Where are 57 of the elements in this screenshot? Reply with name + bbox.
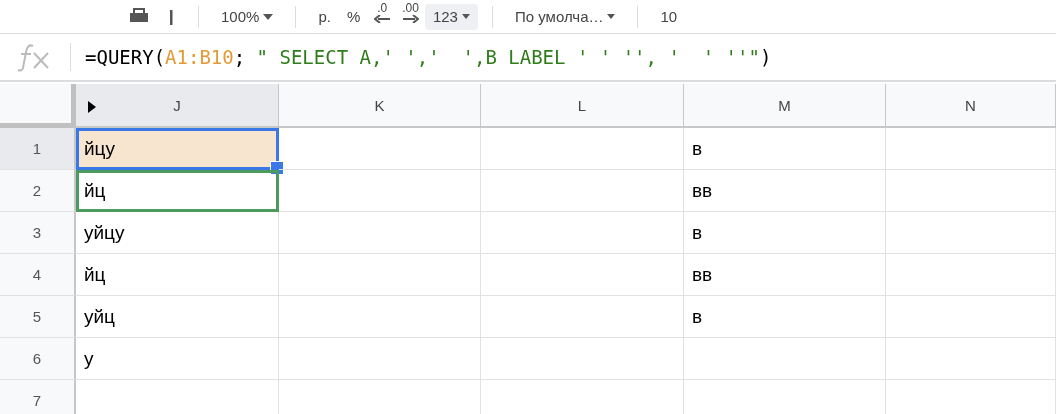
row-header[interactable]: 4 bbox=[0, 254, 76, 296]
column-header[interactable]: L bbox=[481, 84, 684, 128]
empty-cell[interactable] bbox=[481, 254, 684, 296]
format-dropdown[interactable]: 123 bbox=[424, 3, 478, 30]
row-header[interactable]: 5 bbox=[0, 296, 76, 338]
cell-text: йцу bbox=[84, 138, 115, 160]
row-header[interactable]: 3 bbox=[0, 212, 76, 254]
row-header[interactable]: 2 bbox=[0, 170, 76, 212]
empty-cell[interactable] bbox=[886, 254, 1056, 296]
empty-cell[interactable] bbox=[279, 254, 481, 296]
table-cell[interactable]: в bbox=[684, 296, 886, 338]
empty-cell[interactable] bbox=[886, 128, 1056, 170]
select-all-corner[interactable] bbox=[0, 84, 76, 128]
empty-cell[interactable] bbox=[279, 338, 481, 380]
caret-icon bbox=[461, 14, 470, 19]
caret-icon bbox=[263, 13, 274, 20]
empty-cell[interactable] bbox=[886, 338, 1056, 380]
table-cell[interactable]: в bbox=[684, 212, 886, 254]
column-header[interactable]: J bbox=[76, 84, 279, 128]
empty-cell[interactable] bbox=[481, 212, 684, 254]
column-header[interactable]: K bbox=[279, 84, 481, 128]
left-arrow-icon bbox=[374, 14, 391, 23]
table-cell[interactable]: йц bbox=[76, 170, 279, 212]
decrease-decimal-button[interactable]: .0 bbox=[368, 1, 397, 32]
empty-cell[interactable] bbox=[684, 338, 886, 380]
empty-cell[interactable] bbox=[481, 170, 684, 212]
empty-cell[interactable] bbox=[481, 128, 684, 170]
empty-cell[interactable] bbox=[886, 170, 1056, 212]
empty-cell[interactable] bbox=[279, 296, 481, 338]
row-header[interactable]: 7 bbox=[0, 380, 76, 414]
caret-icon bbox=[607, 14, 616, 19]
table-cell[interactable]: йц bbox=[76, 254, 279, 296]
currency-button[interactable]: р. bbox=[310, 3, 339, 30]
empty-cell[interactable] bbox=[279, 170, 481, 212]
toolbar-button[interactable]: 10 bbox=[652, 3, 686, 30]
table-cell[interactable]: вв bbox=[684, 254, 886, 296]
formula-input[interactable]: =QUERY(A1:B10; " SELECT A,' ',' ',B LABEL ' ' '', ' ' ''") bbox=[71, 46, 772, 68]
triangle-icon bbox=[88, 101, 96, 113]
zoom-dropdown[interactable]: 100% bbox=[213, 3, 282, 30]
table-cell[interactable]: в bbox=[684, 128, 886, 170]
empty-cell[interactable] bbox=[481, 338, 684, 380]
table-cell[interactable]: у bbox=[76, 338, 279, 380]
column-header[interactable]: M bbox=[684, 84, 886, 128]
table-cell[interactable]: вв bbox=[684, 170, 886, 212]
empty-cell[interactable] bbox=[886, 296, 1056, 338]
empty-cell[interactable] bbox=[481, 296, 684, 338]
empty-cell[interactable] bbox=[886, 212, 1056, 254]
toolbar-button[interactable]: % bbox=[338, 3, 369, 30]
table-cell[interactable]: уйцу bbox=[76, 212, 279, 254]
increase-decimal-button[interactable]: .00 bbox=[396, 1, 425, 32]
table-cell[interactable]: уйц bbox=[76, 296, 279, 338]
row-header[interactable]: 1 bbox=[0, 128, 76, 170]
column-header[interactable]: N bbox=[886, 84, 1056, 128]
right-arrow-icon bbox=[402, 14, 419, 23]
row-header[interactable]: 6 bbox=[0, 338, 76, 380]
empty-cell[interactable] bbox=[279, 212, 481, 254]
font-dropdown[interactable]: По умолча… bbox=[506, 3, 624, 30]
